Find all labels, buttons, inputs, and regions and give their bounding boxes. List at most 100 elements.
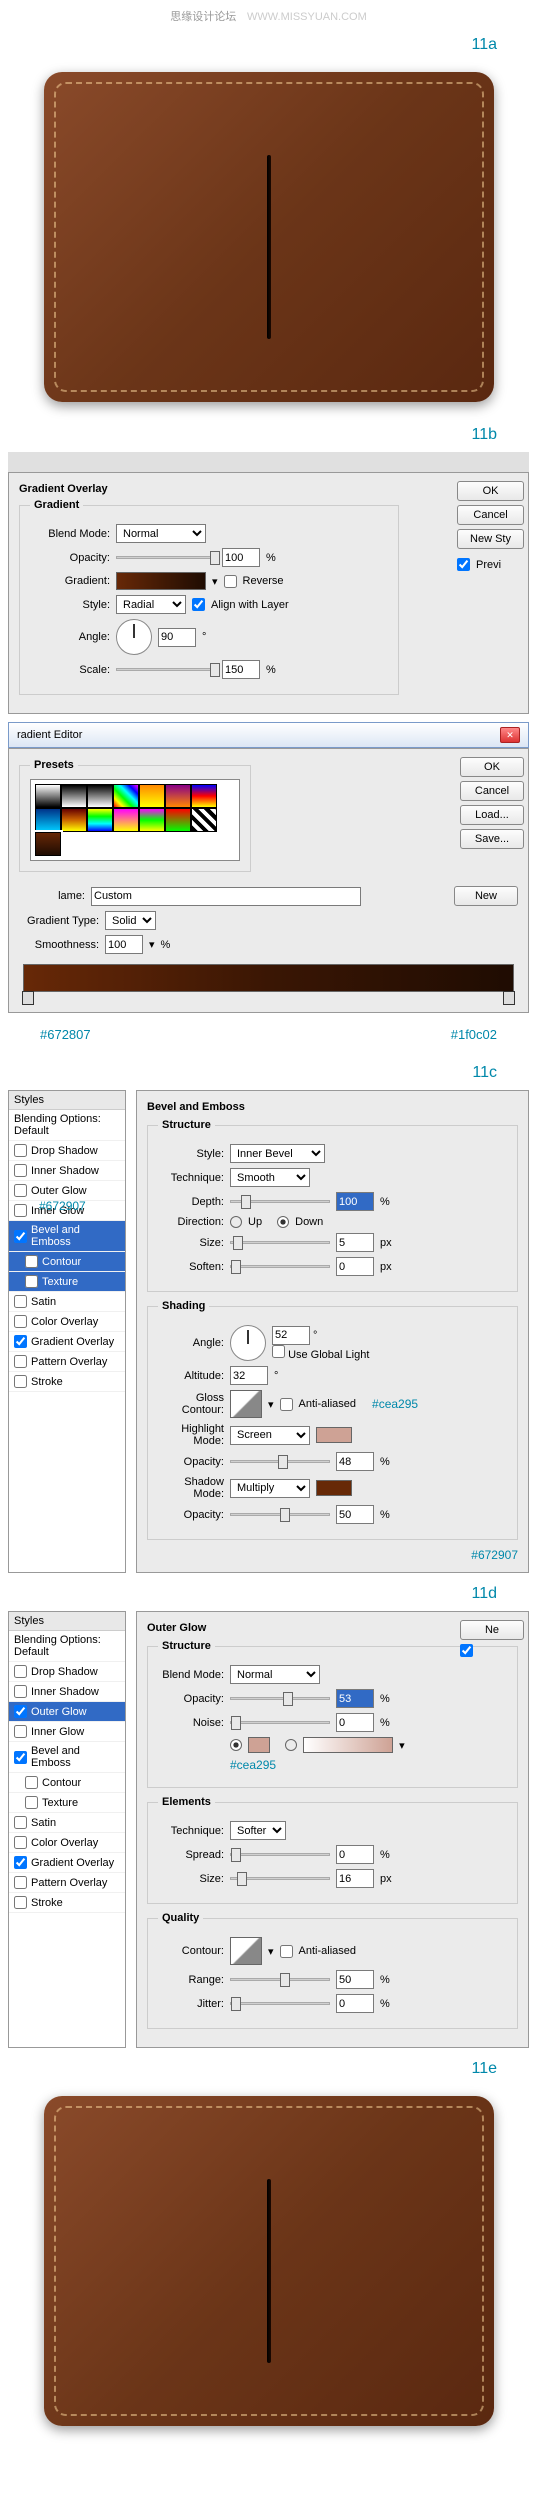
cb[interactable]: [14, 1751, 27, 1764]
og-jitter-input[interactable]: [336, 1994, 374, 2013]
preset-swatch[interactable]: [87, 808, 113, 832]
style-item-outer-glow[interactable]: Outer Glow: [9, 1181, 125, 1201]
opacity-slider[interactable]: [116, 556, 216, 559]
preset-swatch[interactable]: [139, 808, 165, 832]
og-tech-select[interactable]: Softer: [230, 1821, 286, 1840]
og-bm-select[interactable]: Normal: [230, 1665, 320, 1684]
dropdown-arrow-icon[interactable]: ▾: [212, 575, 218, 588]
cb[interactable]: [14, 1816, 27, 1829]
preset-swatch[interactable]: [165, 808, 191, 832]
style-item[interactable]: Pattern Overlay: [9, 1873, 125, 1893]
style-item-stroke[interactable]: Stroke: [9, 1372, 125, 1392]
og-contour[interactable]: [230, 1937, 262, 1965]
preset-swatch[interactable]: [35, 808, 61, 832]
og-spread-input[interactable]: [336, 1845, 374, 1864]
cb[interactable]: [14, 1355, 27, 1368]
og-range-slider[interactable]: [230, 1978, 330, 1981]
global-light-cb[interactable]: [272, 1345, 285, 1358]
preset-swatch[interactable]: [113, 808, 139, 832]
og-noise-input[interactable]: [336, 1713, 374, 1732]
b-tech-select[interactable]: Smooth: [230, 1168, 310, 1187]
preset-swatch[interactable]: [87, 784, 113, 808]
ge-ok-button[interactable]: OK: [460, 757, 524, 777]
og-color[interactable]: [248, 1737, 270, 1753]
cb[interactable]: [14, 1230, 27, 1243]
gradient-bar[interactable]: [23, 964, 514, 992]
style-item-contour[interactable]: Contour: [9, 1252, 125, 1272]
style-item[interactable]: Color Overlay: [9, 1833, 125, 1853]
preset-swatch[interactable]: [191, 784, 217, 808]
style-item[interactable]: Contour: [9, 1773, 125, 1793]
ne-button[interactable]: Ne: [460, 1620, 524, 1640]
preset-swatch[interactable]: [61, 808, 87, 832]
style-item-satin[interactable]: Satin: [9, 1292, 125, 1312]
opacity-input[interactable]: [222, 548, 260, 567]
style-item[interactable]: Inner Shadow: [9, 1682, 125, 1702]
style-item[interactable]: Inner Glow: [9, 1722, 125, 1742]
dropdown-icon[interactable]: ▾: [399, 1739, 405, 1752]
b-depth-input[interactable]: [336, 1192, 374, 1211]
og-op-slider[interactable]: [230, 1697, 330, 1700]
up-radio[interactable]: [230, 1216, 242, 1228]
ge-cancel-button[interactable]: Cancel: [460, 781, 524, 801]
hl-color[interactable]: [316, 1427, 352, 1443]
style-item[interactable]: Stroke: [9, 1893, 125, 1913]
cb[interactable]: [14, 1836, 27, 1849]
reverse-checkbox[interactable]: [224, 575, 237, 588]
shop-slider[interactable]: [230, 1513, 330, 1516]
cb[interactable]: [14, 1665, 27, 1678]
new-style-button[interactable]: New Sty: [457, 529, 524, 549]
b-soften-input[interactable]: [336, 1257, 374, 1276]
style-item[interactable]: Bevel and Emboss: [9, 1742, 125, 1773]
hl-select[interactable]: Screen: [230, 1426, 310, 1445]
style-item[interactable]: Drop Shadow: [9, 1662, 125, 1682]
og-grad[interactable]: [303, 1737, 393, 1753]
cb[interactable]: [14, 1164, 27, 1177]
style-item[interactable]: Gradient Overlay: [9, 1853, 125, 1873]
ge-save-button[interactable]: Save...: [460, 829, 524, 849]
cancel-button[interactable]: Cancel: [457, 505, 524, 525]
cb[interactable]: [14, 1295, 27, 1308]
close-icon[interactable]: ✕: [500, 727, 520, 743]
cb[interactable]: [14, 1375, 27, 1388]
dropdown-icon[interactable]: ▾: [268, 1945, 274, 1958]
style-item-outer-glow-sel[interactable]: Outer Glow: [9, 1702, 125, 1722]
name-input[interactable]: [91, 887, 361, 906]
gradient-preview[interactable]: [116, 572, 206, 590]
cb[interactable]: [14, 1725, 27, 1738]
og-noise-slider[interactable]: [230, 1721, 330, 1724]
style-item-texture[interactable]: Texture: [9, 1272, 125, 1292]
blend-mode-select[interactable]: Normal: [116, 524, 206, 543]
preview-checkbox[interactable]: [457, 558, 470, 571]
cb[interactable]: [25, 1796, 38, 1809]
style-item-inner-glow[interactable]: Inner Glow#672907: [9, 1201, 125, 1221]
og-aa-cb[interactable]: [280, 1945, 293, 1958]
cb[interactable]: [14, 1335, 27, 1348]
shop-input[interactable]: [336, 1505, 374, 1524]
preset-swatch[interactable]: [113, 784, 139, 808]
cb[interactable]: [14, 1144, 27, 1157]
style-item-gradient-overlay[interactable]: Gradient Overlay: [9, 1332, 125, 1352]
cb[interactable]: [14, 1705, 27, 1718]
style-item[interactable]: Texture: [9, 1793, 125, 1813]
cb[interactable]: [14, 1856, 27, 1869]
og-jitter-slider[interactable]: [230, 2002, 330, 2005]
og-size-input[interactable]: [336, 1869, 374, 1888]
og-size-slider[interactable]: [230, 1877, 330, 1880]
cb[interactable]: [14, 1315, 27, 1328]
cb[interactable]: [14, 1876, 27, 1889]
og-spread-slider[interactable]: [230, 1853, 330, 1856]
color-radio[interactable]: [230, 1739, 242, 1751]
ge-load-button[interactable]: Load...: [460, 805, 524, 825]
smooth-input[interactable]: [105, 935, 143, 954]
preset-swatch[interactable]: [165, 784, 191, 808]
b-soften-slider[interactable]: [230, 1265, 330, 1268]
b-size-slider[interactable]: [230, 1241, 330, 1244]
style-item[interactable]: Satin: [9, 1813, 125, 1833]
new-button[interactable]: New: [454, 886, 518, 906]
b-size-input[interactable]: [336, 1233, 374, 1252]
cb[interactable]: [14, 1204, 27, 1217]
style-item-color-overlay[interactable]: Color Overlay: [9, 1312, 125, 1332]
smooth-dropdown-icon[interactable]: ▾: [149, 938, 155, 951]
b-angle-input[interactable]: [272, 1326, 310, 1345]
